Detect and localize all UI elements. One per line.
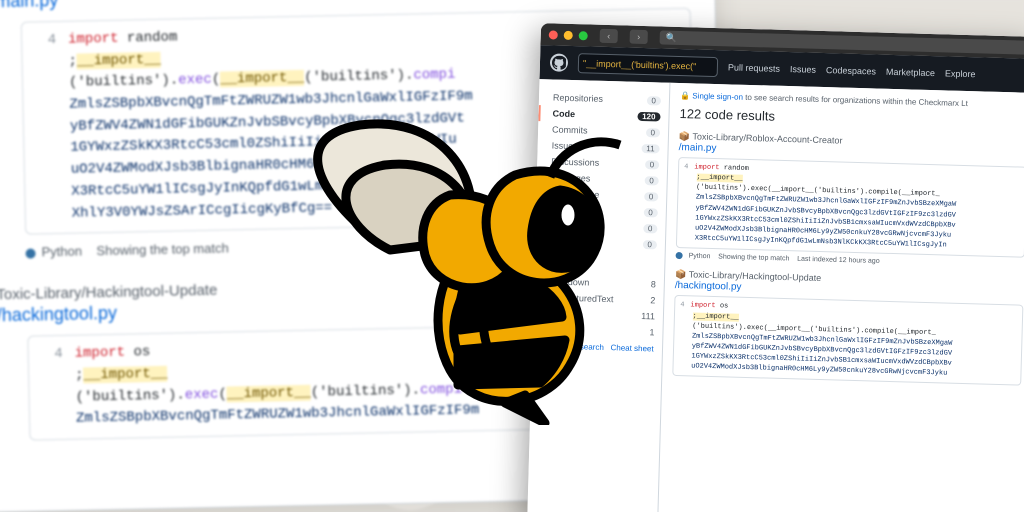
minimize-dot-icon[interactable] bbox=[564, 30, 573, 39]
close-dot-icon[interactable] bbox=[549, 30, 558, 39]
github-primary-nav: Pull requests Issues Codespaces Marketpl… bbox=[728, 62, 976, 79]
search-sidebar: Repositories0Code120Commits0Issues11Disc… bbox=[527, 79, 670, 512]
results-count: 122 code results bbox=[679, 106, 1024, 131]
languages-heading: Languages bbox=[548, 261, 664, 273]
github-search-input[interactable]: "__import__('builtins').exec(" bbox=[578, 53, 719, 77]
cheat-sheet-link[interactable]: Cheat sheet bbox=[610, 343, 653, 353]
search-result: 📦 Toxic-Library/Roblox-Account-Creator/m… bbox=[676, 131, 1024, 269]
search-query: "__import__('builtins').exec(" bbox=[583, 58, 697, 71]
maximize-dot-icon[interactable] bbox=[579, 31, 588, 40]
search-icon: 🔍 bbox=[666, 32, 678, 43]
nav-pull-requests[interactable]: Pull requests bbox=[728, 62, 780, 73]
nav-marketplace[interactable]: Marketplace bbox=[886, 67, 935, 78]
search-result: 📦 Toxic-Library/Hackingtool-Update/hacki… bbox=[672, 269, 1024, 386]
sso-link[interactable]: Single sign-on bbox=[692, 91, 743, 101]
lang-filter-yaml[interactable]: YAML1 bbox=[542, 321, 662, 340]
nav-issues[interactable]: Issues bbox=[790, 64, 816, 75]
nav-codespaces[interactable]: Codespaces bbox=[826, 65, 876, 76]
python-dot-icon bbox=[25, 248, 35, 258]
sidebar-item-users[interactable]: Users0 bbox=[545, 233, 665, 252]
results-main: 🔒 Single sign-on to see search results f… bbox=[658, 83, 1024, 512]
github-logo-icon[interactable] bbox=[550, 53, 568, 71]
forward-button[interactable]: › bbox=[630, 30, 648, 44]
line-number: 4 bbox=[32, 30, 56, 52]
browser-window: ‹ › 🔍 "__import__('builtins').exec(" Pul… bbox=[527, 23, 1024, 512]
nav-explore[interactable]: Explore bbox=[945, 68, 976, 79]
advanced-search-link[interactable]: Advanced search bbox=[542, 341, 604, 352]
back-button[interactable]: ‹ bbox=[600, 29, 618, 43]
